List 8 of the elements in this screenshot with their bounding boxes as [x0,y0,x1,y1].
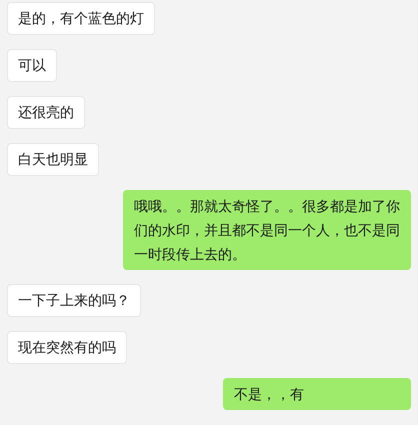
sent-message-bubble: 哦哦。。那就太奇怪了。。很多都是加了你们的水印，并且都不是同一个人，也不是同一时段传上去的。 [123,190,411,270]
received-message-bubble: 可以 [7,49,57,82]
received-message-bubble: 还很亮的 [7,96,85,129]
sent-message-bubble: 不是，，有 [223,378,411,410]
received-message-bubble: 一下子上来的吗？ [7,284,141,317]
received-message-bubble: 是的，有个蓝色的灯 [7,2,155,35]
received-message-bubble: 白天也明显 [7,143,99,176]
received-message-bubble: 现在突然有的吗 [7,331,127,364]
